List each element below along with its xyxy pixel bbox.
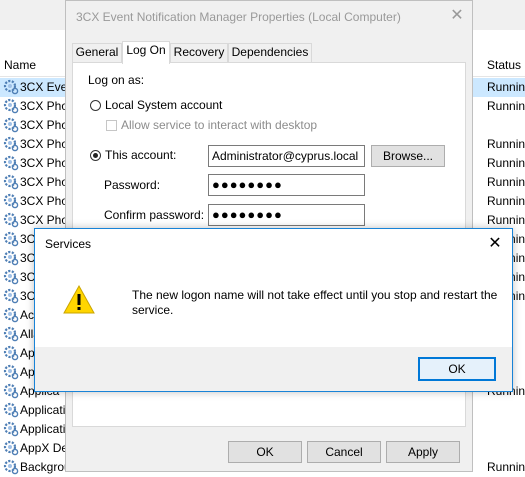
gear-icon xyxy=(3,117,19,133)
confirm-password-label: Confirm password: xyxy=(104,208,205,222)
account-input[interactable]: Administrator@cyprus.local xyxy=(208,145,365,167)
password-input[interactable]: ●●●●●●●● xyxy=(208,174,365,196)
tab-dependencies[interactable]: Dependencies xyxy=(228,43,312,62)
message-ok-button[interactable]: OK xyxy=(418,357,496,381)
gear-icon xyxy=(3,98,19,114)
gear-icon xyxy=(3,212,19,228)
password-label: Password: xyxy=(104,178,161,192)
gear-icon xyxy=(3,155,19,171)
gear-icon xyxy=(3,288,19,304)
gear-icon xyxy=(3,231,19,247)
service-status: Running xyxy=(487,194,525,208)
tab-log-on[interactable]: Log On xyxy=(122,41,170,64)
gear-icon xyxy=(3,383,19,399)
service-status: Running xyxy=(487,99,525,113)
close-icon[interactable]: ✕ xyxy=(486,235,504,253)
gear-icon xyxy=(3,174,19,190)
confirm-password-input[interactable]: ●●●●●●●● xyxy=(208,204,365,226)
gear-icon xyxy=(3,326,19,342)
gear-icon xyxy=(3,345,19,361)
service-status: Running xyxy=(487,213,525,227)
column-header-status[interactable]: Status xyxy=(487,58,521,72)
gear-icon xyxy=(3,136,19,152)
gear-icon xyxy=(3,421,19,437)
tab-general[interactable]: General xyxy=(72,43,122,62)
gear-icon xyxy=(3,269,19,285)
gear-icon xyxy=(3,193,19,209)
gear-icon xyxy=(3,459,19,475)
message-box-footer: OK xyxy=(35,347,512,391)
message-text: The new logon name will not take effect … xyxy=(132,288,498,317)
browse-button[interactable]: Browse... xyxy=(371,145,445,167)
allow-interact-checkbox[interactable] xyxy=(106,120,117,131)
allow-interact-label: Allow service to interact with desktop xyxy=(121,118,318,132)
gear-icon xyxy=(3,440,19,456)
local-system-label[interactable]: Local System account xyxy=(105,98,222,112)
service-status: Running xyxy=(487,137,525,151)
column-header-name[interactable]: Name xyxy=(4,58,36,72)
logon-as-label: Log on as: xyxy=(88,73,145,87)
service-status: Running xyxy=(487,80,525,94)
gear-icon xyxy=(3,79,19,95)
gear-icon xyxy=(3,364,19,380)
message-box-title: Services xyxy=(45,237,92,251)
close-icon[interactable]: ✕ xyxy=(448,7,466,25)
service-status: Running xyxy=(487,156,525,170)
local-system-radio[interactable] xyxy=(90,100,101,111)
gear-icon xyxy=(3,250,19,266)
gear-icon xyxy=(3,402,19,418)
this-account-radio[interactable] xyxy=(90,150,101,161)
warning-icon xyxy=(63,284,95,314)
ok-button[interactable]: OK xyxy=(228,441,302,463)
cancel-button[interactable]: Cancel xyxy=(307,441,381,463)
apply-button[interactable]: Apply xyxy=(386,441,460,463)
gear-icon xyxy=(3,307,19,323)
this-account-label[interactable]: This account: xyxy=(105,148,176,162)
tab-recovery[interactable]: Recovery xyxy=(170,43,228,62)
service-status: Running xyxy=(487,175,525,189)
services-message-box: Services ✕ The new logon name will not t… xyxy=(34,228,513,392)
properties-dialog-title: 3CX Event Notification Manager Propertie… xyxy=(76,10,401,24)
